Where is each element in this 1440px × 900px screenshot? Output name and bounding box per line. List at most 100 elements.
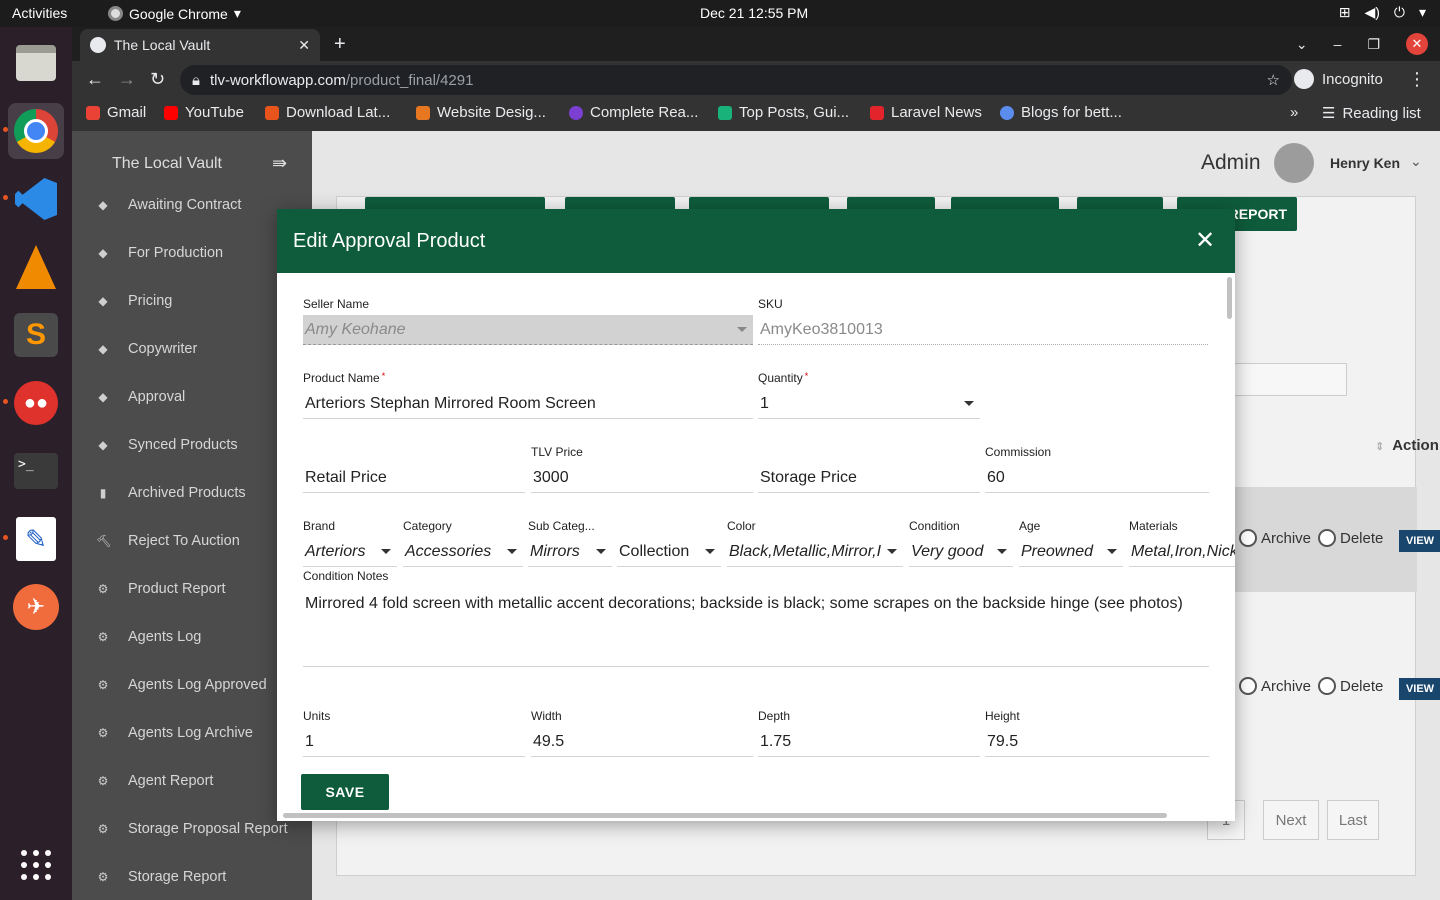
address-bar[interactable]: 🔒︎ tlv-workflowapp.com/product_final/429… bbox=[180, 65, 1292, 95]
dock-vlc[interactable] bbox=[8, 239, 64, 295]
minimize-button[interactable]: – bbox=[1334, 36, 1342, 52]
sidebar-item-storage-proposal-report[interactable]: ⚙ Storage Proposal Report bbox=[72, 807, 312, 851]
activities-button[interactable]: Activities bbox=[12, 5, 67, 21]
collection-select[interactable]: Collection bbox=[617, 537, 721, 567]
sidebar-item-synced-products[interactable]: ◆ Synced Products bbox=[72, 423, 312, 467]
delete-radio[interactable]: Delete bbox=[1318, 677, 1383, 695]
age-select[interactable]: Preowned bbox=[1019, 537, 1123, 567]
tab-search-icon[interactable]: ⌄ bbox=[1296, 36, 1308, 53]
dock-postman[interactable]: ✈ bbox=[8, 579, 64, 635]
bookmark-complete-react[interactable]: Complete Rea... bbox=[569, 104, 698, 121]
dock-text-editor[interactable]: ✎ bbox=[8, 511, 64, 567]
sidebar-item-agents-log[interactable]: ⚙ Agents Log bbox=[72, 615, 312, 659]
dock-rocketchat[interactable]: ●● bbox=[8, 375, 64, 431]
height-field[interactable]: 79.5 bbox=[985, 727, 1209, 757]
product-name-field[interactable]: Arteriors Stephan Mirrored Room Screen bbox=[303, 389, 753, 419]
sidebar-item-pricing[interactable]: ◆ Pricing bbox=[72, 279, 312, 323]
category-select[interactable]: Accessories bbox=[403, 537, 523, 567]
dock-files[interactable] bbox=[8, 35, 64, 91]
browser-tab[interactable]: The Local Vault ✕ bbox=[80, 29, 320, 61]
lock-icon: 🔒︎ bbox=[192, 71, 200, 89]
close-icon[interactable]: ✕ bbox=[1195, 226, 1215, 255]
bookmark-blogs[interactable]: Blogs for bett... bbox=[1000, 104, 1122, 121]
materials-select[interactable]: Metal,Iron,Nicke bbox=[1129, 537, 1235, 567]
units-field[interactable]: 1 bbox=[303, 727, 525, 757]
role-label: Admin bbox=[1201, 151, 1261, 174]
brand-select[interactable]: Arteriors bbox=[303, 537, 397, 567]
sidebar-item-agents-log-approved[interactable]: ⚙ Agents Log Approved bbox=[72, 663, 312, 707]
delete-radio[interactable]: Delete bbox=[1318, 529, 1383, 547]
sidebar-item-for-production[interactable]: ◆ For Production bbox=[72, 231, 312, 275]
bg-search-input[interactable] bbox=[1217, 363, 1347, 396]
gmail-icon bbox=[86, 105, 100, 120]
bookmark-star-icon[interactable]: ☆ bbox=[1267, 71, 1280, 89]
dropdown-arrow-icon bbox=[737, 327, 747, 332]
maximize-button[interactable]: ❐ bbox=[1367, 36, 1380, 53]
clock[interactable]: Dec 21 12:55 PM bbox=[700, 5, 808, 21]
reload-button[interactable]: ↻ bbox=[150, 69, 165, 90]
bookmark-top-posts[interactable]: Top Posts, Gui... bbox=[718, 104, 849, 121]
sidebar-item-agents-log-archive[interactable]: ⚙ Agents Log Archive bbox=[72, 711, 312, 755]
user-name[interactable]: Henry Ken bbox=[1330, 155, 1400, 171]
modal-vertical-scrollbar[interactable] bbox=[1227, 277, 1232, 319]
depth-field[interactable]: 1.75 bbox=[758, 727, 980, 757]
modal-horizontal-scrollbar[interactable] bbox=[283, 813, 1167, 818]
commission-field[interactable]: 60 bbox=[985, 463, 1209, 493]
system-tray[interactable]: ⊞ ◀) ⏻ ▾ bbox=[1339, 4, 1426, 21]
sidebar-item-product-report[interactable]: ⚙ Product Report bbox=[72, 567, 312, 611]
sidebar-item-copywriter[interactable]: ◆ Copywriter bbox=[72, 327, 312, 371]
close-window-button[interactable]: ✕ bbox=[1406, 33, 1428, 55]
chevron-down-icon[interactable]: ⌄ bbox=[1410, 153, 1422, 170]
bookmark-website-design[interactable]: Website Desig... bbox=[416, 104, 546, 121]
sidebar-item-reject-to-auction[interactable]: 🔨︎ Reject To Auction bbox=[72, 519, 312, 563]
condition-notes-textarea[interactable]: Mirrored 4 fold screen with metallic acc… bbox=[303, 587, 1209, 667]
dock-terminal[interactable]: >_ bbox=[8, 443, 64, 499]
archive-radio[interactable]: Archive bbox=[1239, 677, 1311, 695]
sidebar-item-approval[interactable]: ◆ Approval bbox=[72, 375, 312, 419]
bookmark-youtube[interactable]: YouTube bbox=[164, 104, 244, 121]
seller-name-select[interactable]: Amy Keohane bbox=[303, 315, 753, 345]
sidebar-item-agent-report[interactable]: ⚙ Agent Report bbox=[72, 759, 312, 803]
color-select[interactable]: Black,Metallic,Mirror,I bbox=[727, 537, 903, 567]
dock-chrome[interactable] bbox=[8, 103, 64, 159]
modal-header: Edit Approval Product ✕ bbox=[277, 209, 1235, 273]
condition-select[interactable]: Very good bbox=[909, 537, 1013, 567]
incognito-badge[interactable]: Incognito bbox=[1294, 69, 1383, 89]
sidebar-item-awaiting-contract[interactable]: ◆ Awaiting Contract bbox=[72, 183, 312, 227]
forward-button[interactable]: → bbox=[118, 69, 136, 90]
show-applications-button[interactable] bbox=[8, 837, 64, 893]
dock-sublime[interactable]: S bbox=[8, 307, 64, 363]
avatar[interactable] bbox=[1274, 143, 1314, 183]
pager-last[interactable]: Last bbox=[1327, 800, 1379, 840]
sidebar-toggle-icon[interactable]: ⇛ bbox=[272, 153, 287, 174]
bookmark-gmail[interactable]: Gmail bbox=[86, 104, 146, 121]
sidebar-item-storage-report[interactable]: ⚙ Storage Report bbox=[72, 855, 312, 899]
width-label: Width bbox=[531, 709, 562, 723]
dropdown-arrow-icon bbox=[507, 549, 517, 554]
subcategory-select[interactable]: Mirrors bbox=[528, 537, 612, 567]
save-button[interactable]: SAVE bbox=[301, 774, 389, 810]
back-button[interactable]: ← bbox=[86, 69, 104, 90]
tlv-price-field[interactable]: 3000 bbox=[531, 463, 753, 493]
bookmark-laravel-news[interactable]: Laravel News bbox=[870, 104, 982, 121]
sku-field[interactable]: AmyKeo3810013 bbox=[758, 315, 1208, 345]
storage-price-field[interactable]: Storage Price bbox=[758, 463, 980, 493]
sidebar-item-archived-products[interactable]: ▮ Archived Products bbox=[72, 471, 312, 515]
bookmark-download[interactable]: Download Lat... bbox=[265, 104, 390, 121]
browser-menu-icon[interactable]: ⋮ bbox=[1408, 69, 1426, 90]
close-tab-icon[interactable]: ✕ bbox=[298, 37, 310, 54]
app-menu[interactable]: Google Chrome ▾ bbox=[108, 5, 241, 22]
archive-radio[interactable]: Archive bbox=[1239, 529, 1311, 547]
dock-vscode[interactable] bbox=[8, 171, 64, 227]
view-button[interactable]: VIEW bbox=[1399, 678, 1440, 700]
pager-next[interactable]: Next bbox=[1263, 800, 1319, 840]
quantity-select[interactable]: 1 bbox=[758, 389, 980, 419]
retail-price-field[interactable]: Retail Price bbox=[303, 463, 525, 493]
width-field[interactable]: 49.5 bbox=[531, 727, 753, 757]
view-button[interactable]: VIEW bbox=[1399, 530, 1440, 552]
reading-list-button[interactable]: ☰ Reading list bbox=[1322, 104, 1421, 123]
sidebar-brand[interactable]: The Local Vault bbox=[112, 155, 222, 173]
app-grid-icon bbox=[21, 850, 51, 880]
new-tab-button[interactable]: + bbox=[334, 33, 346, 56]
bookmarks-overflow-icon[interactable]: » bbox=[1290, 104, 1298, 121]
